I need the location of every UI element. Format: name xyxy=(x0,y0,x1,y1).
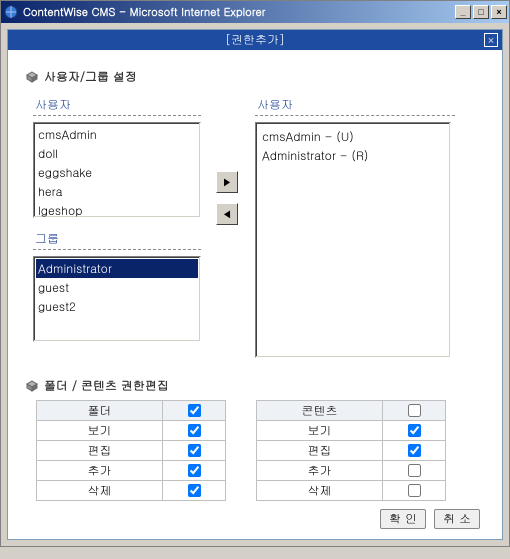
dialog-close-button[interactable]: × xyxy=(484,33,498,47)
group-listbox[interactable]: Administratorguestguest2 xyxy=(33,256,201,342)
content-perm-table: 콘텐츠보기편집추가삭제 xyxy=(256,400,446,501)
window-buttons: _ □ × xyxy=(453,5,507,19)
user-label: 사용자 xyxy=(35,96,199,113)
list-item[interactable]: guest xyxy=(36,278,198,297)
assigned-label: 사용자 xyxy=(257,96,441,113)
content-perm-header-checkbox[interactable] xyxy=(408,404,421,417)
divider xyxy=(255,115,455,116)
list-item[interactable]: guest2 xyxy=(36,297,198,316)
arrow-right-icon: ▶ xyxy=(222,175,232,189)
app-window: ContentWise CMS - Microsoft Internet Exp… xyxy=(0,0,510,547)
titlebar[interactable]: ContentWise CMS - Microsoft Internet Exp… xyxy=(1,1,509,23)
folder-perm-row-label: 추가 xyxy=(37,461,163,481)
divider xyxy=(33,115,201,116)
list-item[interactable]: doll xyxy=(36,144,198,163)
folder-perm-table: 폴더보기편집추가삭제 xyxy=(36,400,226,501)
folder-perm-row-check-cell xyxy=(163,461,226,481)
remove-button[interactable]: ◀ xyxy=(216,203,238,225)
folder-perm-row-check-cell xyxy=(163,441,226,461)
content-perm-row-label: 삭제 xyxy=(257,481,383,501)
content-perm-row-label: 보기 xyxy=(257,421,383,441)
list-item[interactable]: cmsAdmin xyxy=(36,125,198,144)
content-perm-row-checkbox[interactable] xyxy=(408,424,421,437)
dialog-buttons: 확 인 취 소 xyxy=(26,509,484,529)
content-perm-row-checkbox[interactable] xyxy=(408,484,421,497)
cancel-button[interactable]: 취 소 xyxy=(434,509,480,529)
section-perm-head: 폴더 / 콘텐츠 권한편집 xyxy=(26,377,484,394)
content-perm-header-check-cell xyxy=(383,401,446,421)
arrow-left-icon: ◀ xyxy=(222,207,232,221)
add-button[interactable]: ▶ xyxy=(216,171,238,193)
assigned-listbox[interactable]: cmsAdmin - (U)Administrator - (R) xyxy=(255,122,451,358)
ie-icon xyxy=(3,4,19,20)
dialog-title-bar: [권한추가] × xyxy=(8,30,502,50)
folder-perm-header-label: 폴더 xyxy=(37,401,163,421)
right-column: 사용자 cmsAdmin - (U)Administrator - (R) xyxy=(248,91,448,365)
folder-perm-row-label: 편집 xyxy=(37,441,163,461)
section-perm-title: 폴더 / 콘텐츠 권한편집 xyxy=(44,377,169,394)
divider xyxy=(33,249,201,250)
maximize-button[interactable]: □ xyxy=(473,5,489,19)
folder-perm-row-check-cell xyxy=(163,481,226,501)
group-fieldset: 그룹 Administratorguestguest2 xyxy=(26,225,206,349)
content-perm-row-check-cell xyxy=(383,421,446,441)
left-column: 사용자 cmsAdmindolleggshakeheralgeshopselim… xyxy=(26,91,206,349)
list-item[interactable]: eggshake xyxy=(36,163,198,182)
content-perm-row-checkbox[interactable] xyxy=(408,444,421,457)
close-button[interactable]: × xyxy=(491,5,507,19)
client-area: [권한추가] × 사용자/그룹 설정 사용자 xyxy=(1,23,509,546)
dialog-title: [권한추가] xyxy=(225,31,285,48)
folder-perm-row-checkbox[interactable] xyxy=(188,464,201,477)
folder-perm-row-checkbox[interactable] xyxy=(188,444,201,457)
section-user-group-head: 사용자/그룹 설정 xyxy=(26,68,484,85)
list-item[interactable]: Administrator - (R) xyxy=(260,146,446,165)
folder-perm-row-label: 삭제 xyxy=(37,481,163,501)
content-perm-row-label: 편집 xyxy=(257,441,383,461)
dialog-panel: [권한추가] × 사용자/그룹 설정 사용자 xyxy=(7,29,503,540)
assigned-fieldset: 사용자 cmsAdmin - (U)Administrator - (R) xyxy=(248,91,448,365)
folder-perm-header-checkbox[interactable] xyxy=(188,404,201,417)
list-item[interactable]: hera xyxy=(36,182,198,201)
section-user-group-title: 사용자/그룹 설정 xyxy=(44,68,137,85)
user-listbox[interactable]: cmsAdmindolleggshakeheralgeshopselim xyxy=(33,122,201,218)
user-group-columns: 사용자 cmsAdmindolleggshakeheralgeshopselim… xyxy=(26,91,484,365)
cube-icon xyxy=(26,380,38,392)
group-label: 그룹 xyxy=(35,230,199,247)
content-perm-row-checkbox[interactable] xyxy=(408,464,421,477)
list-item[interactable]: lgeshop xyxy=(36,201,198,218)
list-item[interactable]: cmsAdmin - (U) xyxy=(260,127,446,146)
list-item[interactable]: Administrator xyxy=(36,259,198,278)
content-perm-header-label: 콘텐츠 xyxy=(257,401,383,421)
user-fieldset: 사용자 cmsAdmindolleggshakeheralgeshopselim xyxy=(26,91,206,225)
content-perm-row-check-cell xyxy=(383,481,446,501)
dialog-body: 사용자/그룹 설정 사용자 cmsAdmindolleggshakeheralg… xyxy=(8,50,502,539)
folder-perm-row-check-cell xyxy=(163,421,226,441)
content-perm-row-check-cell xyxy=(383,461,446,481)
folder-perm-row-checkbox[interactable] xyxy=(188,424,201,437)
minimize-button[interactable]: _ xyxy=(455,5,471,19)
perm-columns: 폴더보기편집추가삭제 콘텐츠보기편집추가삭제 xyxy=(36,400,484,501)
transfer-buttons: ▶ ◀ xyxy=(206,91,248,225)
content-perm-row-label: 추가 xyxy=(257,461,383,481)
folder-perm-row-checkbox[interactable] xyxy=(188,484,201,497)
ok-button[interactable]: 확 인 xyxy=(380,509,426,529)
folder-perm-header-check-cell xyxy=(163,401,226,421)
folder-perm-row-label: 보기 xyxy=(37,421,163,441)
window-title: ContentWise CMS - Microsoft Internet Exp… xyxy=(23,5,453,20)
content-perm-row-check-cell xyxy=(383,441,446,461)
cube-icon xyxy=(26,71,38,83)
